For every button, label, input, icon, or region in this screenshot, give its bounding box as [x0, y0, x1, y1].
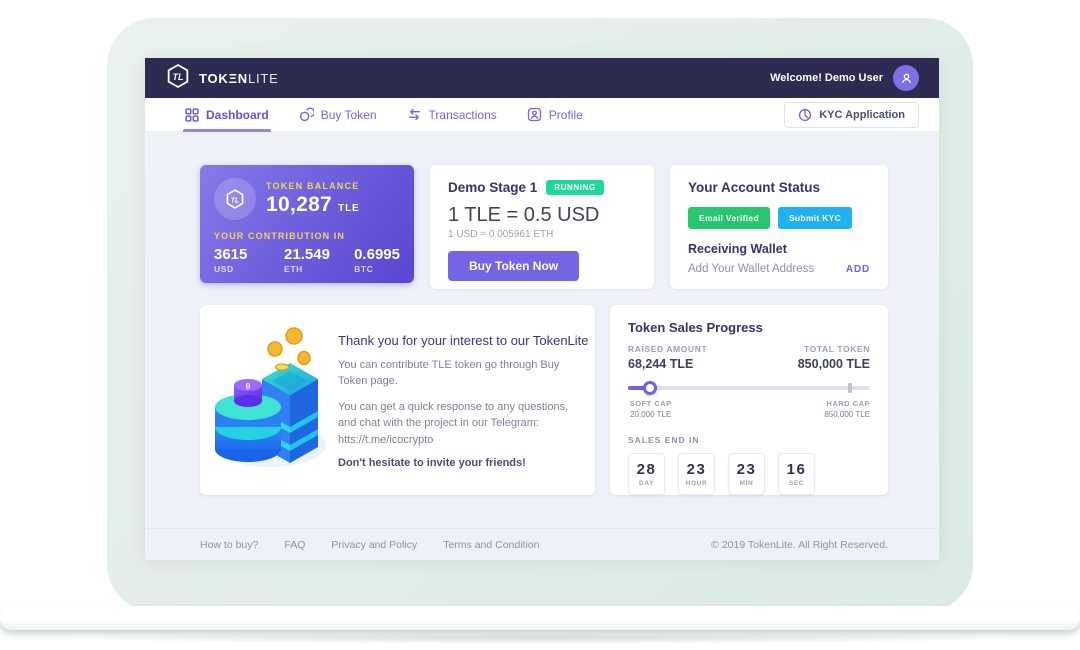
countdown-days: 28 DAY [628, 453, 665, 495]
running-badge: RUNNING [546, 180, 604, 195]
account-status-title: Your Account Status [688, 180, 870, 195]
tab-transactions[interactable]: Transactions [407, 98, 497, 131]
soft-cap-block: SOFT CAP 20,000 TLE [630, 399, 672, 419]
stage-title: Demo Stage 1 [448, 180, 537, 195]
contribution-label: YOUR CONTRIBUTION IN [214, 231, 400, 241]
tokenlite-hexagon-icon: TL [165, 63, 191, 94]
tab-label: Transactions [429, 108, 497, 122]
footer-link-terms[interactable]: Terms and Condition [443, 539, 539, 551]
sales-progress-slider[interactable] [628, 381, 870, 395]
footer-link-faq[interactable]: FAQ [284, 539, 305, 551]
copyright-text: © 2019 TokenLite. All Right Reserved. [711, 539, 888, 551]
thanks-paragraph-1: You can contribute TLE token go through … [338, 357, 581, 390]
tab-profile[interactable]: Profile [527, 98, 583, 131]
balance-hexagon-icon: TL [214, 178, 256, 220]
thank-you-card: ฿ Thank you for your interest to our Tok… [200, 305, 595, 495]
app-window: TL TOKΞNLITE Welcome! Demo User [145, 58, 939, 560]
thanks-title: Thank you for your interest to our Token… [338, 333, 581, 348]
contribution-row: 3615 USD 21.549 ETH 0.6995 BTC [214, 246, 400, 274]
status-badge[interactable]: Email Verified [688, 207, 770, 229]
countdown-minutes: 23 MIN [728, 453, 765, 495]
tab-label: Dashboard [206, 108, 269, 122]
countdown-hours: 23 HOUR [678, 453, 715, 495]
kyc-button-label: KYC Application [819, 109, 905, 121]
token-sales-progress-card: Token Sales Progress RAISED AMOUNT 68,24… [610, 305, 888, 495]
raised-amount-value: 68,244 TLE [628, 357, 707, 371]
hard-cap-block: HARD CAP 850,000 TLE [824, 399, 870, 419]
token-sub-rate: 1 USD = 0.005961 ETH [448, 229, 636, 240]
contribution-eth: 21.549 ETH [284, 246, 354, 274]
brand-logo[interactable]: TL TOKΞNLITE [165, 63, 279, 94]
thanks-paragraph-2: You can get a quick response to any ques… [338, 399, 581, 449]
contribution-btc: 0.6995 BTC [354, 246, 400, 274]
hard-cap-tick [848, 383, 852, 393]
total-token-value: 850,000 TLE [798, 357, 870, 371]
svg-text:TL: TL [173, 72, 184, 82]
progress-handle[interactable] [643, 381, 657, 395]
svg-text:฿: ฿ [245, 381, 250, 390]
kyc-pie-icon [798, 108, 812, 122]
token-rate: 1 TLE = 0.5 USD [448, 204, 636, 227]
svg-text:TL: TL [231, 197, 239, 204]
brand-name: TOKΞNLITE [199, 71, 279, 86]
token-balance-card: TL TOKEN BALANCE 10,287 TLE YOUR CONTRIB… [200, 165, 414, 283]
slider-track [628, 386, 870, 390]
countdown-seconds: 16 SEC [778, 453, 815, 495]
dashboard-content: TL TOKEN BALANCE 10,287 TLE YOUR CONTRIB… [145, 132, 939, 528]
nav-tabs: Dashboard Buy Token Transactions [145, 98, 939, 132]
receiving-wallet-title: Receiving Wallet [688, 242, 870, 256]
thanks-invite-line: Don't hesitate to invite your friends! [338, 457, 581, 469]
swap-arrows-icon [407, 107, 422, 122]
coins-icon [299, 107, 314, 122]
token-stage-card: Demo Stage 1 RUNNING 1 TLE = 0.5 USD 1 U… [430, 165, 654, 289]
laptop-base-shadow [60, 632, 1020, 644]
profile-icon [527, 107, 542, 122]
total-token-block: TOTAL TOKEN 850,000 TLE [798, 344, 870, 371]
add-wallet-link[interactable]: ADD [846, 264, 870, 275]
tab-dashboard[interactable]: Dashboard [185, 98, 269, 131]
dashboard-grid-icon [185, 108, 199, 122]
user-avatar[interactable] [893, 65, 919, 91]
progress-title: Token Sales Progress [628, 320, 870, 335]
footer-link-privacy[interactable]: Privacy and Policy [331, 539, 417, 551]
kyc-application-button[interactable]: KYC Application [784, 102, 919, 128]
sales-end-label: SALES END IN [628, 435, 870, 445]
wallet-address-hint: Add Your Wallet Address [688, 263, 814, 275]
countdown: 28 DAY 23 HOUR 23 MIN 16 [628, 453, 870, 495]
balance-label: TOKEN BALANCE [266, 181, 359, 191]
status-badge[interactable]: Submit KYC [778, 207, 852, 229]
tab-label: Profile [549, 108, 583, 122]
laptop-base [0, 606, 1080, 630]
footer: How to buy? FAQ Privacy and Policy Terms… [145, 528, 939, 560]
top-navbar: TL TOKΞNLITE Welcome! Demo User [145, 58, 939, 98]
buy-token-now-button[interactable]: Buy Token Now [448, 251, 579, 281]
person-icon [899, 71, 914, 86]
tab-buy-token[interactable]: Buy Token [299, 98, 377, 131]
account-status-card: Your Account Status Email Verified Submi… [670, 165, 888, 289]
raised-amount-block: RAISED AMOUNT 68,244 TLE [628, 344, 707, 371]
footer-link-how-to-buy[interactable]: How to buy? [200, 539, 258, 551]
contribution-usd: 3615 USD [214, 246, 284, 274]
balance-amount: 10,287 TLE [266, 193, 359, 217]
tab-label: Buy Token [321, 108, 377, 122]
coins-stack-illustration: ฿ [208, 323, 330, 480]
page: TL TOKΞNLITE Welcome! Demo User [0, 0, 1080, 650]
welcome-text: Welcome! Demo User [770, 72, 883, 84]
